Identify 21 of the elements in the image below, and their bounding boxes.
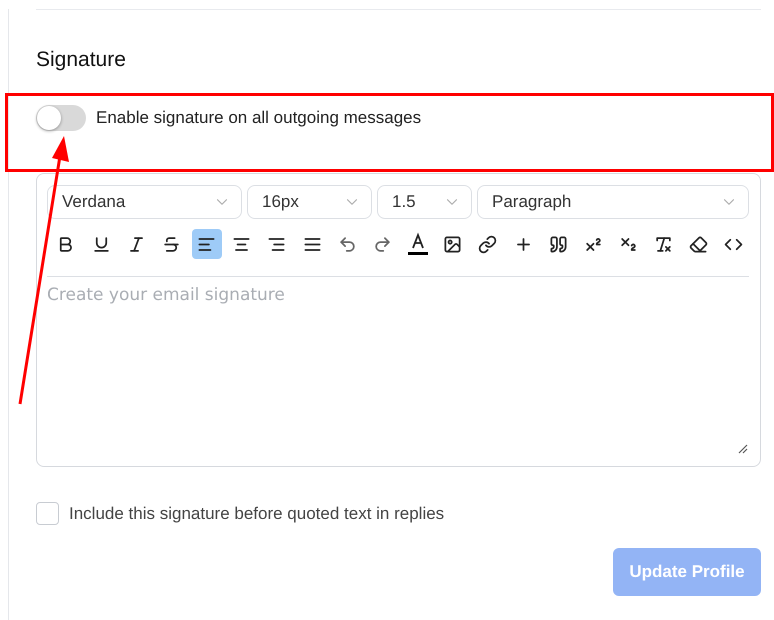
- align-left-button[interactable]: [192, 229, 222, 259]
- checkbox-label: Include this signature before quoted text in replies: [69, 504, 444, 524]
- strike-icon: [162, 234, 181, 254]
- clear-format-icon: [654, 234, 674, 254]
- section-title: Signature: [36, 47, 127, 73]
- toggle-switch[interactable]: [36, 105, 86, 131]
- underline-icon: [92, 234, 111, 254]
- redo-icon: [372, 234, 392, 254]
- text-color-icon: [406, 232, 429, 256]
- dropdown-select[interactable]: Paragraph: [477, 185, 749, 219]
- eraser-icon: [689, 234, 708, 254]
- image-icon: [443, 234, 462, 254]
- checkbox[interactable]: [36, 502, 59, 525]
- dropdown-select[interactable]: 16px: [247, 185, 372, 219]
- dropdown-select[interactable]: 1.5: [377, 185, 472, 219]
- quote-icon: [548, 234, 568, 254]
- link-icon: [478, 234, 498, 254]
- resize-handle-icon[interactable]: [738, 444, 748, 454]
- toggle-label: Enable signature on all outgoing messages: [96, 108, 422, 128]
- dropdown-select[interactable]: Verdana: [47, 185, 242, 219]
- undo-icon: [338, 234, 357, 254]
